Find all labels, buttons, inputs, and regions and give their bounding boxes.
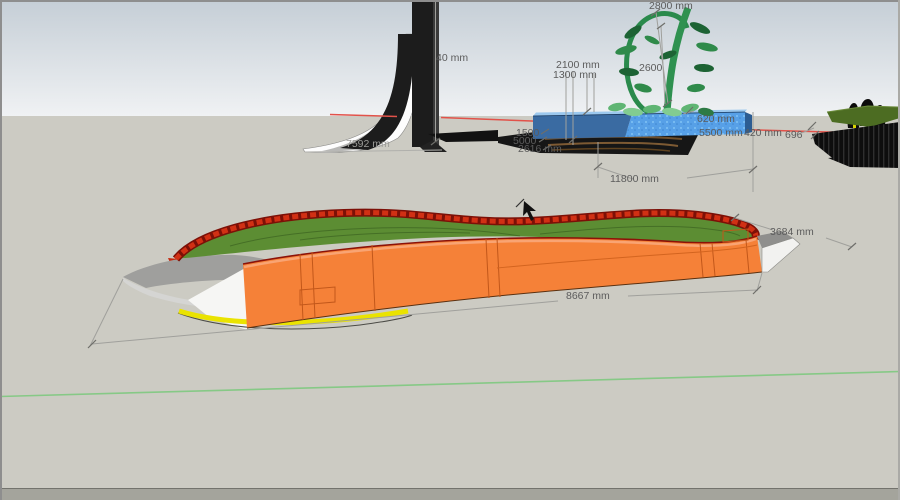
dim-label-696[interactable]: 696 xyxy=(785,129,803,141)
dim-label-plant-mid[interactable]: 2600 xyxy=(639,62,663,74)
dim-label-tower-height[interactable]: 40 mm xyxy=(436,52,468,64)
planter-face-left xyxy=(533,114,632,139)
frame-top xyxy=(0,0,900,2)
dim-label-11800[interactable]: 11800 mm xyxy=(610,173,659,185)
ground-plane xyxy=(0,116,900,500)
scene-canvas[interactable]: 40 mm 7592 mm 2800 mm 2600 2100 mm 1300 … xyxy=(0,0,900,500)
dim-label-1300[interactable]: 1300 mm xyxy=(553,69,597,81)
frame-left xyxy=(0,0,2,500)
tower-column xyxy=(412,0,433,147)
dim-label-5500[interactable]: 5500 mm xyxy=(699,127,743,139)
modeling-viewport[interactable]: 40 mm 7592 mm 2800 mm 2600 2100 mm 1300 … xyxy=(0,0,900,500)
dim-label-2616[interactable]: 2616 mm xyxy=(518,143,562,155)
dim-label-420[interactable]: 420 mm xyxy=(744,127,782,139)
dim-label-620[interactable]: 620 mm xyxy=(697,113,735,125)
dim-label-8667[interactable]: 8667 mm xyxy=(566,290,610,302)
dim-label-tower-width[interactable]: 7592 mm xyxy=(346,138,390,150)
ground-front-face xyxy=(0,489,900,500)
dim-label-3684[interactable]: 3684 mm xyxy=(770,226,814,238)
